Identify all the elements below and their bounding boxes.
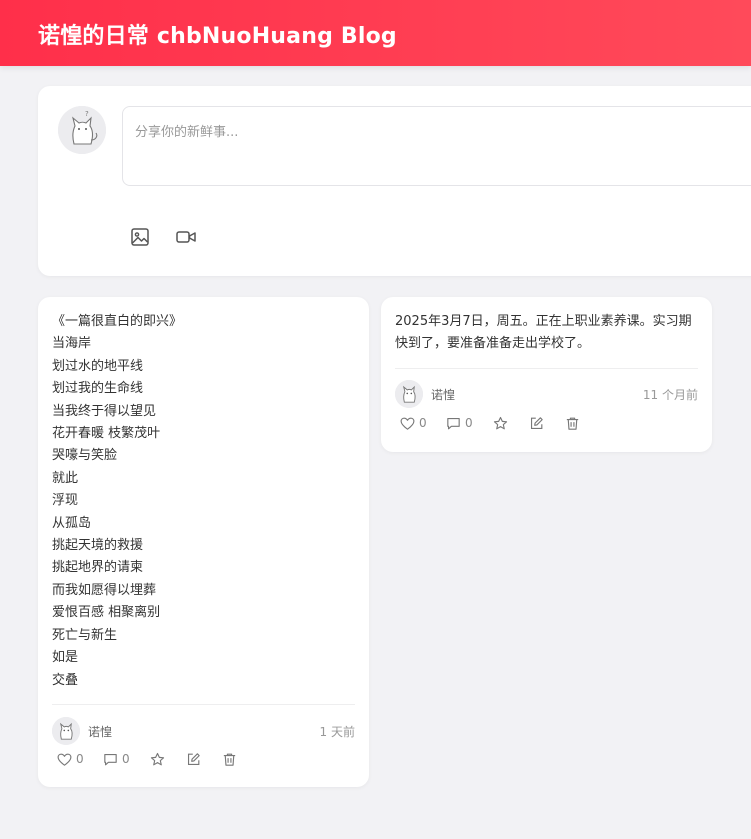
- comment-button[interactable]: 0: [445, 413, 473, 433]
- post-line: 挑起地界的请柬: [52, 560, 144, 576]
- post-meta: 诺惶 1 天前: [52, 717, 355, 745]
- star-icon: [150, 752, 165, 765]
- post-line: 划过我的生命线: [52, 381, 144, 397]
- edit-button[interactable]: [185, 749, 202, 769]
- post-line: 而我如愿得以埋葬: [52, 582, 157, 598]
- comment-button[interactable]: 0: [102, 749, 130, 769]
- post-time: 11 个月前: [642, 388, 698, 402]
- post-content: 《一篇很直白的即兴》 当海岸 划过水的地平线 划过我的生命线 当我终于得以望见 …: [52, 311, 182, 692]
- video-icon[interactable]: [175, 226, 197, 248]
- cat-avatar-icon: [52, 717, 80, 745]
- post-card: 《一篇很直白的即兴》 当海岸 划过水的地平线 划过我的生命线 当我终于得以望见 …: [38, 297, 369, 787]
- post-line: 就此: [52, 470, 79, 486]
- comment-count: 0: [122, 752, 130, 766]
- like-count: 0: [76, 752, 84, 766]
- post-line: 划过水的地平线: [52, 358, 144, 374]
- like-count: 0: [419, 416, 427, 430]
- avatar[interactable]: [52, 717, 80, 745]
- post-actions: 0 0: [395, 413, 698, 433]
- post-line: 花开春暖 枝繁茂叶: [52, 426, 161, 442]
- avatar[interactable]: [395, 380, 423, 408]
- post-line: 从孤岛: [52, 515, 92, 531]
- app-header: 诺惶的日常 chbNuoHuang Blog: [0, 0, 751, 66]
- edit-icon: [187, 752, 200, 765]
- edit-button[interactable]: [528, 413, 545, 433]
- post-meta: 诺惶 11 个月前: [395, 380, 698, 408]
- post-card: 2025年3月7日，周五。正在上职业素养课。实习期快到了，要准备准备走出学校了。…: [381, 297, 712, 452]
- post-composer: ? 分享你的新鲜事...: [38, 86, 751, 276]
- like-button[interactable]: 0: [399, 413, 427, 433]
- author-name[interactable]: 诺惶: [431, 386, 455, 403]
- edit-icon: [530, 416, 543, 429]
- like-button[interactable]: 0: [56, 749, 84, 769]
- post-input[interactable]: 分享你的新鲜事...: [122, 106, 751, 186]
- post-line: 《一篇很直白的即兴》: [52, 314, 183, 329]
- post-line: 挑起天境的救援: [52, 538, 144, 554]
- cat-avatar-icon: ?: [58, 106, 106, 154]
- delete-button[interactable]: [221, 749, 238, 769]
- image-icon[interactable]: [129, 226, 151, 248]
- post-line: 当我终于得以望见: [52, 403, 157, 419]
- heart-icon: [57, 753, 72, 766]
- post-line: 交叠: [52, 672, 79, 688]
- svg-text:?: ?: [85, 110, 89, 118]
- post-line: 哭嚎与笑脸: [52, 448, 118, 464]
- cat-avatar-icon: [395, 380, 423, 408]
- favorite-button[interactable]: [492, 413, 509, 433]
- favorite-button[interactable]: [149, 749, 166, 769]
- post-line: 浮现: [52, 493, 79, 509]
- comment-icon: [447, 417, 460, 429]
- comment-count: 0: [465, 416, 473, 430]
- post-actions: 0 0: [52, 749, 355, 769]
- author-name[interactable]: 诺惶: [88, 723, 112, 740]
- avatar[interactable]: ?: [58, 106, 106, 154]
- post-line: 爱恨百感 相聚离别: [52, 605, 161, 621]
- post-time: 1 天前: [319, 725, 355, 739]
- delete-button[interactable]: [564, 413, 581, 433]
- post-line: 如是: [52, 650, 79, 666]
- heart-icon: [400, 417, 415, 430]
- post-content: 2025年3月7日，周五。正在上职业素养课。实习期快到了，要准备准备走出学校了。: [395, 314, 692, 352]
- post-line: 当海岸: [52, 336, 92, 352]
- divider: [52, 704, 355, 705]
- trash-icon: [566, 417, 579, 430]
- divider: [395, 368, 698, 369]
- post-line: 死亡与新生: [52, 627, 118, 643]
- site-title[interactable]: 诺惶的日常 chbNuoHuang Blog: [38, 18, 397, 50]
- trash-icon: [223, 753, 236, 766]
- star-icon: [493, 416, 508, 429]
- comment-icon: [104, 753, 117, 765]
